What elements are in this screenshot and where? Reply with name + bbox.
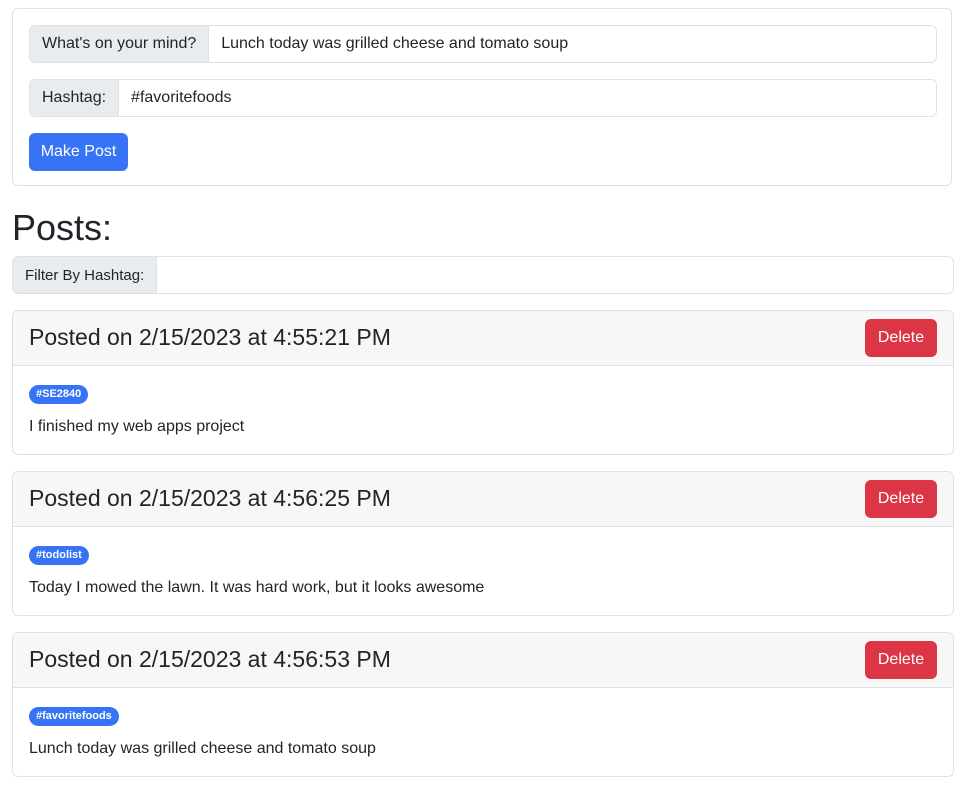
post-card-header: Posted on 2/15/2023 at 4:56:25 PM Delete [13, 472, 953, 527]
filter-label: Filter By Hashtag: [13, 257, 158, 293]
post-card: Posted on 2/15/2023 at 4:56:53 PM Delete… [12, 632, 954, 777]
make-post-button[interactable]: Make Post [29, 133, 128, 171]
hashtag-input[interactable] [119, 80, 936, 116]
post-composer: What's on your mind? Hashtag: Make Post [12, 8, 952, 186]
post-card-header: Posted on 2/15/2023 at 4:55:21 PM Delete [13, 311, 953, 366]
post-timestamp: Posted on 2/15/2023 at 4:55:21 PM [29, 324, 391, 350]
post-timestamp: Posted on 2/15/2023 at 4:56:53 PM [29, 646, 391, 672]
hashtag-badge: #todolist [29, 546, 89, 565]
post-card-body: #todolist Today I mowed the lawn. It was… [13, 527, 953, 615]
post-card-body: #SE2840 I finished my web apps project [13, 366, 953, 454]
post-text: I finished my web apps project [29, 418, 245, 435]
post-card: Posted on 2/15/2023 at 4:55:21 PM Delete… [12, 310, 954, 455]
hashtag-badge: #SE2840 [29, 385, 89, 404]
filter-hashtag-input[interactable] [157, 257, 953, 293]
hashtag-label: Hashtag: [30, 80, 120, 116]
post-timestamp: Posted on 2/15/2023 at 4:56:25 PM [29, 485, 391, 511]
mind-label: What's on your mind? [30, 26, 210, 62]
post-card: Posted on 2/15/2023 at 4:56:25 PM Delete… [12, 471, 954, 616]
delete-button[interactable]: Delete [865, 319, 937, 357]
post-card-header: Posted on 2/15/2023 at 4:56:53 PM Delete [13, 633, 953, 688]
delete-button[interactable]: Delete [865, 480, 937, 518]
hashtag-input-group: Hashtag: [29, 79, 937, 117]
mind-input-group: What's on your mind? [29, 25, 937, 63]
posts-heading: Posts: [12, 207, 113, 248]
post-card-body: #favoritefoods Lunch today was grilled c… [13, 688, 953, 776]
delete-button[interactable]: Delete [865, 641, 937, 679]
mind-input[interactable] [209, 26, 936, 62]
hashtag-badge: #favoritefoods [29, 707, 119, 726]
post-text: Lunch today was grilled cheese and tomat… [29, 740, 376, 757]
post-text: Today I mowed the lawn. It was hard work… [29, 579, 485, 596]
filter-input-group: Filter By Hashtag: [12, 256, 954, 294]
